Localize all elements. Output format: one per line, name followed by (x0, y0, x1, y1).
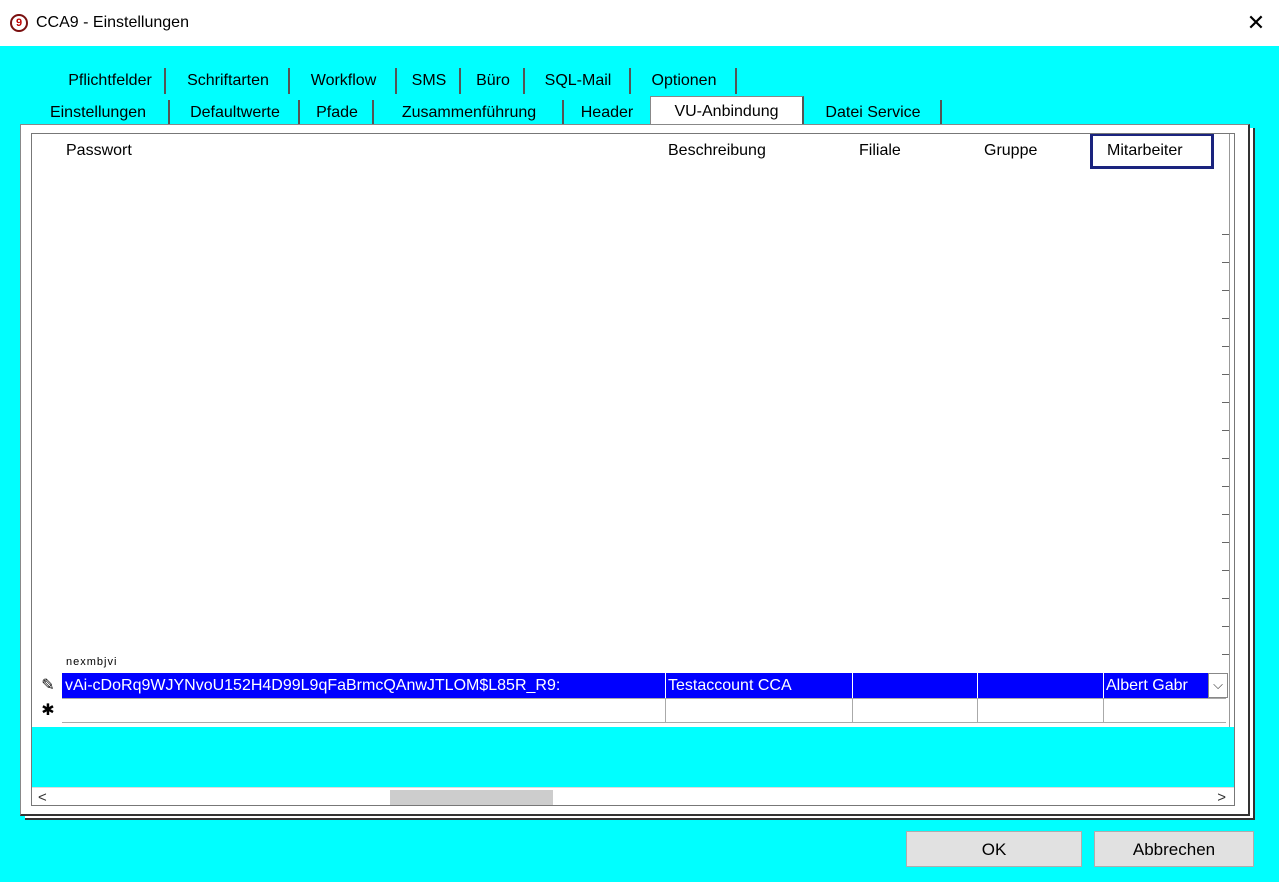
column-divider (977, 663, 978, 698)
column-header-gruppe[interactable]: Gruppe (984, 142, 1037, 160)
dialog-client-area: Pflichtfelder Schriftarten Workflow SMS … (0, 46, 1279, 882)
tab-sms[interactable]: SMS (399, 68, 461, 94)
column-divider (665, 698, 666, 723)
scroll-left-arrow-icon[interactable]: < (38, 788, 47, 805)
row-tick (1222, 318, 1229, 319)
cancel-button[interactable]: Abbrechen (1094, 831, 1254, 867)
data-grid[interactable]: Passwort Beschreibung Filiale Gruppe Mit… (31, 133, 1235, 806)
edit-pencil-icon: ✎ (41, 677, 55, 694)
column-divider (852, 663, 853, 698)
grid-body (32, 134, 1234, 727)
tab-buero[interactable]: Büro (463, 68, 525, 94)
column-header-filiale[interactable]: Filiale (859, 142, 901, 160)
row-tick (1222, 598, 1229, 599)
row-tick (1222, 514, 1229, 515)
tab-pfade[interactable]: Pfade (302, 100, 374, 126)
column-divider (665, 663, 666, 698)
row-tick (1222, 290, 1229, 291)
mitarbeiter-dropdown-button[interactable]: ⌵ (1208, 673, 1228, 698)
row-tick (1222, 374, 1229, 375)
app-icon: 9 (10, 14, 28, 32)
cell-gruppe[interactable] (979, 673, 1103, 698)
tab-datei-service[interactable]: Datei Service (806, 100, 942, 126)
cell-beschreibung[interactable]: Testaccount CCA (668, 673, 854, 698)
tab-zusammenfuehrung[interactable]: Zusammenführung (376, 100, 564, 126)
column-header-beschreibung[interactable]: Beschreibung (668, 142, 766, 160)
scroll-thumb[interactable] (390, 790, 553, 805)
tab-header[interactable]: Header (566, 100, 648, 126)
column-divider (1103, 698, 1104, 723)
row-tick (1222, 234, 1229, 235)
cell-passwort[interactable]: vAi-cDoRq9WJYNvoU152H4D99L9qFaBrmcQAnwJT… (65, 673, 663, 698)
row-tick (1222, 570, 1229, 571)
ok-button[interactable]: OK (906, 831, 1082, 867)
tab-schriftarten[interactable]: Schriftarten (168, 68, 290, 94)
tab-defaultwerte[interactable]: Defaultwerte (172, 100, 300, 126)
close-button[interactable]: ✕ (1233, 0, 1279, 46)
new-row-asterisk-icon: ✱ (41, 702, 55, 719)
column-header-passwort[interactable]: Passwort (66, 142, 132, 160)
row-tick (1222, 542, 1229, 543)
cell-mitarbeiter[interactable]: Albert Gabr (1106, 673, 1208, 698)
row-tick (1222, 654, 1229, 655)
tab-einstellungen[interactable]: Einstellungen (28, 100, 170, 126)
column-divider (852, 698, 853, 723)
row-tick (1222, 626, 1229, 627)
horizontal-scrollbar[interactable]: < > (32, 787, 1234, 805)
scroll-right-arrow-icon[interactable]: > (1217, 788, 1226, 805)
row-tick (1222, 262, 1229, 263)
cell-filiale[interactable] (854, 673, 978, 698)
tab-workflow[interactable]: Workflow (292, 68, 397, 94)
column-divider (977, 698, 978, 723)
row-tick (1222, 486, 1229, 487)
row-tick (1222, 458, 1229, 459)
title-bar: 9 CCA9 - Einstellungen ✕ (0, 0, 1279, 46)
tab-optionen[interactable]: Optionen (633, 68, 737, 94)
partial-row-text: nexmbjvi (66, 656, 118, 668)
window-title: CCA9 - Einstellungen (36, 14, 189, 31)
mitarbeiter-highlight-box (1090, 134, 1214, 169)
row-tick (1222, 346, 1229, 347)
tab-pflichtfelder[interactable]: Pflichtfelder (56, 68, 166, 94)
grid-edge (1229, 134, 1230, 727)
column-divider (1103, 663, 1104, 698)
table-row-new[interactable] (62, 698, 1226, 723)
row-tick (1222, 402, 1229, 403)
tab-sql-mail[interactable]: SQL-Mail (527, 68, 631, 94)
row-tick (1222, 430, 1229, 431)
